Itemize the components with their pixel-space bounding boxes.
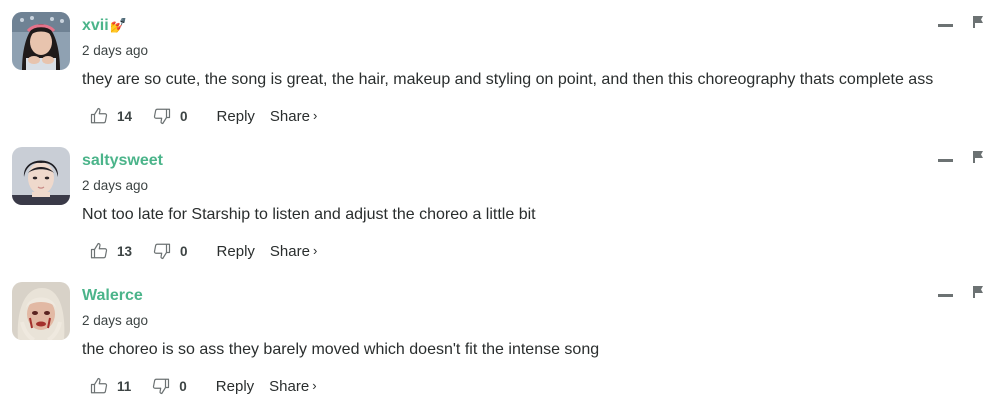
reply-button[interactable]: Reply (217, 108, 255, 125)
minimize-icon[interactable] (938, 24, 953, 27)
username[interactable]: saltysweet (82, 152, 163, 170)
comment-body: they are so cute, the song is great, the… (82, 71, 934, 88)
comment-actions: 14 0 Reply Share › (90, 104, 317, 128)
avatar[interactable] (12, 147, 70, 205)
downvote-count: 0 (179, 378, 187, 394)
comment: saltysweet 2 days ago Not too late for S… (0, 135, 996, 270)
username[interactable]: Walerce (82, 287, 143, 305)
chevron-right-icon: › (312, 107, 318, 123)
username-text[interactable]: saltysweet (82, 152, 163, 169)
share-label: Share (269, 242, 310, 260)
share-label: Share (269, 377, 310, 395)
reply-button[interactable]: Reply (216, 378, 254, 395)
avatar-image (12, 282, 70, 340)
downvote-count: 0 (180, 243, 188, 259)
comment-actions: 11 0 Reply Share › (90, 374, 317, 398)
timestamp[interactable]: 2 days ago (82, 313, 148, 328)
username-text[interactable]: Walerce (82, 287, 143, 304)
flag-icon[interactable] (971, 15, 985, 29)
comment-body: the choreo is so ass they barely moved w… (82, 341, 600, 358)
reply-button[interactable]: Reply (217, 243, 255, 260)
timestamp[interactable]: 2 days ago (82, 43, 148, 58)
thumbs-down-icon (153, 378, 170, 395)
downvote-button[interactable]: 0 (153, 242, 188, 260)
downvote-count: 0 (180, 108, 188, 124)
username-text[interactable]: xvii (82, 17, 109, 34)
chevron-right-icon: › (312, 377, 317, 393)
downvote-button[interactable]: 0 (153, 107, 188, 125)
chevron-right-icon: › (312, 242, 318, 258)
upvote-button[interactable]: 13 (90, 242, 132, 260)
upvote-count: 14 (117, 108, 133, 124)
thumbs-down-icon (153, 108, 171, 125)
upvote-count: 13 (117, 243, 133, 259)
upvote-count: 11 (117, 378, 132, 394)
minimize-icon[interactable] (938, 294, 953, 297)
flag-icon[interactable] (971, 150, 985, 164)
thumbs-up-icon (90, 107, 108, 124)
thumbs-up-icon (90, 242, 108, 259)
flag-icon[interactable] (971, 285, 985, 299)
avatar-image (12, 12, 70, 70)
comment-body: Not too late for Starship to listen and … (82, 206, 536, 223)
share-label: Share (269, 107, 310, 125)
timestamp[interactable]: 2 days ago (82, 178, 148, 193)
share-button[interactable]: Share › (269, 378, 316, 395)
thumbs-up-icon (90, 377, 108, 394)
comment-actions: 13 0 Reply Share › (90, 239, 317, 263)
minimize-icon[interactable] (938, 159, 953, 162)
avatar[interactable] (12, 282, 70, 340)
nail-polish-badge-icon: 💅 (109, 17, 128, 33)
share-button[interactable]: Share › (270, 108, 317, 125)
avatar-image (12, 147, 70, 205)
share-button[interactable]: Share › (270, 243, 317, 260)
username[interactable]: xvii💅 (82, 17, 127, 35)
comment: xvii💅 2 days ago they are so cute, the s… (0, 0, 996, 135)
comment-thread: xvii💅 2 days ago they are so cute, the s… (0, 0, 996, 407)
thumbs-down-icon (153, 243, 171, 260)
downvote-button[interactable]: 0 (152, 377, 187, 395)
upvote-button[interactable]: 11 (90, 377, 131, 395)
avatar[interactable] (12, 12, 70, 70)
comment: Walerce 2 days ago the choreo is so ass … (0, 270, 996, 405)
upvote-button[interactable]: 14 (90, 107, 132, 125)
